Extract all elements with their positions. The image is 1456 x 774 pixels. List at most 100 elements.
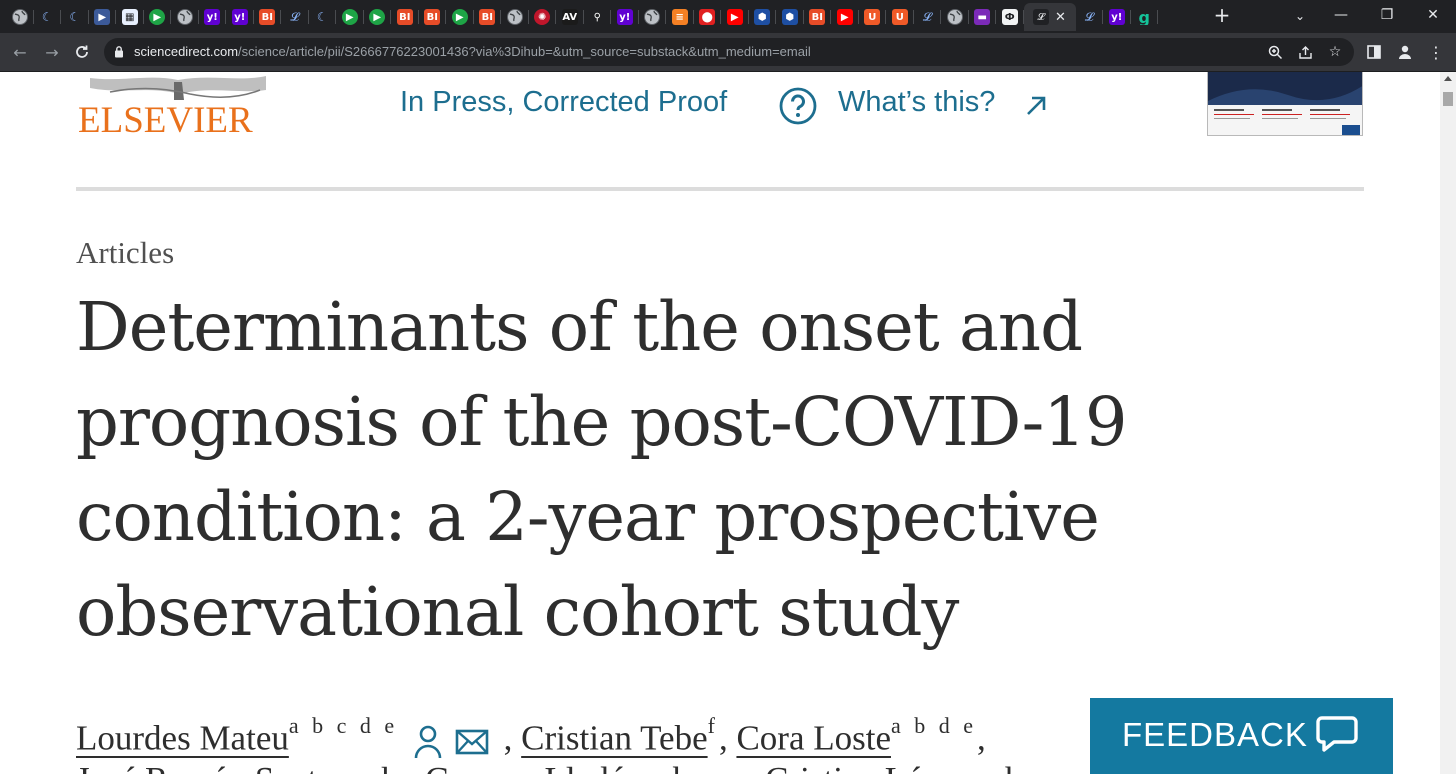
- browser-tab[interactable]: ▶: [721, 3, 749, 31]
- side-panel-icon[interactable]: [1362, 40, 1386, 64]
- url-text[interactable]: sciencedirect.com/science/article/pii/S2…: [134, 38, 811, 66]
- scroll-up-arrow-icon[interactable]: [1444, 76, 1452, 81]
- elsevier-logo[interactable]: ELSEVIER: [78, 72, 268, 142]
- browser-tab[interactable]: [171, 3, 199, 31]
- forward-button[interactable]: →: [40, 40, 64, 64]
- browser-tab[interactable]: y!: [199, 3, 227, 31]
- close-tab-icon[interactable]: ✕: [1055, 10, 1066, 25]
- lock-icon[interactable]: [114, 45, 124, 58]
- address-bar[interactable]: sciencedirect.com/science/article/pii/S2…: [104, 38, 1354, 66]
- serif-logo-icon: 𝓛: [1081, 9, 1098, 25]
- browser-tab[interactable]: g: [1131, 3, 1159, 31]
- business-insider-icon: BI: [259, 9, 276, 25]
- globe-icon: [644, 9, 661, 25]
- url-path: /science/article/pii/S2666776223001436?v…: [238, 44, 811, 59]
- crescent-logo-icon: ☾: [39, 9, 56, 25]
- browser-tab[interactable]: [6, 3, 34, 31]
- scrollbar-thumb[interactable]: [1443, 92, 1453, 106]
- whats-this-link[interactable]: What’s this?: [838, 86, 995, 119]
- back-button[interactable]: ←: [8, 40, 32, 64]
- external-link-arrow-icon[interactable]: [1024, 94, 1048, 118]
- browser-tab[interactable]: 𝓛: [1076, 3, 1104, 31]
- browser-tab[interactable]: ⬤: [694, 3, 722, 31]
- elsevier-tree-icon: [90, 76, 266, 100]
- serif-logo-icon: 𝓛: [286, 9, 303, 25]
- browser-tab[interactable]: BI: [391, 3, 419, 31]
- shield-logo-icon: U: [864, 9, 881, 25]
- browser-tab[interactable]: ⬢: [749, 3, 777, 31]
- bookmark-star-icon[interactable]: ☆: [1326, 43, 1344, 61]
- business-insider-icon: BI: [479, 9, 496, 25]
- browser-tab[interactable]: ✺: [529, 3, 557, 31]
- browser-tab[interactable]: 𝓛: [914, 3, 942, 31]
- tab-search-chevron-icon[interactable]: ⌄: [1290, 6, 1310, 26]
- stack-icon: ≡: [671, 9, 688, 25]
- author-link[interactable]: Cora Loste: [736, 719, 891, 758]
- browser-tab[interactable]: U: [859, 3, 887, 31]
- browser-tab[interactable]: ⚲: [584, 3, 612, 31]
- feedback-button[interactable]: FEEDBACK: [1090, 698, 1393, 774]
- new-tab-button[interactable]: +: [1212, 5, 1232, 25]
- active-browser-tab[interactable]: 𝓛 ✕: [1023, 3, 1076, 31]
- green-play-icon: ▶: [149, 9, 166, 25]
- author-link[interactable]: Lourdes Mateu: [76, 719, 289, 758]
- header-divider: [76, 187, 1364, 191]
- journal-cover-thumbnail[interactable]: [1207, 72, 1363, 136]
- browser-tab[interactable]: y!: [611, 3, 639, 31]
- business-insider-icon: BI: [424, 9, 441, 25]
- browser-tab[interactable]: ▶: [144, 3, 172, 31]
- news-logo-icon: AV: [561, 9, 578, 25]
- browser-tab[interactable]: ⬢: [776, 3, 804, 31]
- article-status: In Press, Corrected Proof: [400, 86, 728, 118]
- browser-tab[interactable]: ☾: [61, 3, 89, 31]
- help-circle-icon[interactable]: [779, 87, 817, 125]
- email-icon[interactable]: [455, 728, 489, 756]
- yahoo-icon: y!: [616, 9, 633, 25]
- browser-tab[interactable]: ▬: [969, 3, 997, 31]
- browser-tab[interactable]: Ф: [996, 3, 1024, 31]
- browser-tab[interactable]: ☾: [34, 3, 62, 31]
- browser-tab[interactable]: [501, 3, 529, 31]
- yahoo-icon: y!: [231, 9, 248, 25]
- browser-tab[interactable]: y!: [226, 3, 254, 31]
- author-link[interactable]: Cristian Tebe: [521, 719, 707, 758]
- browser-tab[interactable]: ▶: [364, 3, 392, 31]
- browser-tab[interactable]: [639, 3, 667, 31]
- browser-tab[interactable]: BI: [474, 3, 502, 31]
- reload-button[interactable]: [70, 40, 94, 64]
- browser-tab[interactable]: 𝓛: [281, 3, 309, 31]
- browser-tab[interactable]: ▦: [116, 3, 144, 31]
- author-affiliations[interactable]: a b d e: [891, 713, 977, 738]
- globe-icon: [506, 9, 523, 25]
- browser-tab[interactable]: ☾: [309, 3, 337, 31]
- search-icon: ⚲: [589, 9, 606, 25]
- person-icon[interactable]: [413, 724, 443, 760]
- share-icon[interactable]: [1296, 43, 1314, 61]
- browser-tab[interactable]: y!: [1103, 3, 1131, 31]
- browser-tab[interactable]: AV: [556, 3, 584, 31]
- author-separator: ,: [977, 718, 986, 758]
- zoom-icon[interactable]: [1266, 43, 1284, 61]
- browser-tab[interactable]: BI: [804, 3, 832, 31]
- browser-tab[interactable]: ▶: [446, 3, 474, 31]
- browser-tab[interactable]: BI: [254, 3, 282, 31]
- globe-icon: [946, 9, 963, 25]
- window-controls: — ❐ ✕: [1318, 0, 1456, 33]
- browser-tab[interactable]: ≡: [666, 3, 694, 31]
- profile-icon[interactable]: [1393, 40, 1417, 64]
- minimize-button[interactable]: —: [1318, 0, 1364, 30]
- browser-tab[interactable]: ▶: [89, 3, 117, 31]
- browser-tab[interactable]: U: [886, 3, 914, 31]
- more-menu-icon[interactable]: ⋮: [1424, 40, 1448, 64]
- browser-tab[interactable]: [941, 3, 969, 31]
- browser-tab[interactable]: ▶: [831, 3, 859, 31]
- tab-strip: ☾ ☾ ▶ ▦ ▶ y! y! BI 𝓛 ☾ ▶ ▶ BI BI ▶ BI ✺ AV ⚲ y! ≡ ⬤ ▶ ⬢ ⬢ BI ▶ U U 𝓛 ▬…: [0, 0, 1456, 33]
- vertical-scrollbar[interactable]: [1440, 72, 1456, 774]
- author-affiliations[interactable]: a b c d e: [289, 713, 398, 738]
- close-window-button[interactable]: ✕: [1410, 0, 1456, 30]
- browser-tab[interactable]: BI: [419, 3, 447, 31]
- author-affiliations[interactable]: f: [708, 713, 719, 738]
- restore-button[interactable]: ❐: [1364, 0, 1410, 30]
- browser-tab[interactable]: ▶: [336, 3, 364, 31]
- author-list-continued[interactable]: José Ramón Santos a h , Gemma Lladós a b…: [76, 760, 1023, 774]
